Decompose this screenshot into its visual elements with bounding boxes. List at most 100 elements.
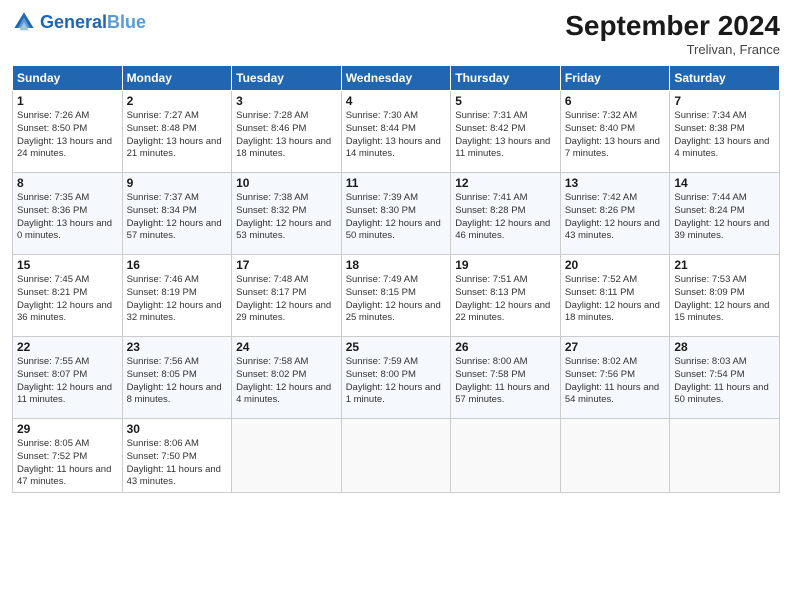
table-row: 5 Sunrise: 7:31 AMSunset: 8:42 PMDaylight…	[451, 91, 561, 173]
table-row: 21 Sunrise: 7:53 AMSunset: 8:09 PMDayligh…	[670, 255, 780, 337]
day-info: Sunrise: 7:42 AMSunset: 8:26 PMDaylight:…	[565, 192, 666, 243]
title-area: September 2024 Trelivan, France	[565, 10, 780, 57]
day-number: 20	[565, 258, 666, 272]
day-number: 1	[17, 94, 118, 108]
table-row: 24 Sunrise: 7:58 AMSunset: 8:02 PMDayligh…	[232, 337, 342, 419]
day-info: Sunrise: 7:28 AMSunset: 8:46 PMDaylight:…	[236, 110, 337, 161]
day-info: Sunrise: 7:32 AMSunset: 8:40 PMDaylight:…	[565, 110, 666, 161]
table-row	[670, 419, 780, 493]
col-friday: Friday	[560, 66, 670, 91]
day-number: 18	[346, 258, 447, 272]
day-number: 19	[455, 258, 556, 272]
day-info: Sunrise: 7:58 AMSunset: 8:02 PMDaylight:…	[236, 356, 337, 407]
day-number: 28	[674, 340, 775, 354]
table-row: 22 Sunrise: 7:55 AMSunset: 8:07 PMDayligh…	[13, 337, 123, 419]
table-row: 17 Sunrise: 7:48 AMSunset: 8:17 PMDayligh…	[232, 255, 342, 337]
day-info: Sunrise: 8:00 AMSunset: 7:58 PMDaylight:…	[455, 356, 556, 407]
day-info: Sunrise: 7:53 AMSunset: 8:09 PMDaylight:…	[674, 274, 775, 325]
table-row: 8 Sunrise: 7:35 AMSunset: 8:36 PMDaylight…	[13, 173, 123, 255]
table-row: 11Sunrise: 7:39 AMSunset: 8:30 PMDayligh…	[341, 173, 451, 255]
day-info: Sunrise: 7:45 AMSunset: 8:21 PMDaylight:…	[17, 274, 118, 325]
day-info: Sunrise: 7:55 AMSunset: 8:07 PMDaylight:…	[17, 356, 118, 407]
day-info: Sunrise: 7:35 AMSunset: 8:36 PMDaylight:…	[17, 192, 118, 243]
day-number: 3	[236, 94, 337, 108]
table-row: 2Sunrise: 7:27 AMSunset: 8:48 PMDaylight…	[122, 91, 232, 173]
month-title: September 2024	[565, 10, 780, 42]
table-row: 3 Sunrise: 7:28 AMSunset: 8:46 PMDaylight…	[232, 91, 342, 173]
day-info: Sunrise: 7:59 AMSunset: 8:00 PMDaylight:…	[346, 356, 447, 407]
table-row: 12 Sunrise: 7:41 AMSunset: 8:28 PMDayligh…	[451, 173, 561, 255]
table-row: 10 Sunrise: 7:38 AMSunset: 8:32 PMDayligh…	[232, 173, 342, 255]
day-info: Sunrise: 7:51 AMSunset: 8:13 PMDaylight:…	[455, 274, 556, 325]
day-number: 5	[455, 94, 556, 108]
day-number: 14	[674, 176, 775, 190]
day-number: 12	[455, 176, 556, 190]
col-tuesday: Tuesday	[232, 66, 342, 91]
day-number: 24	[236, 340, 337, 354]
day-info: Sunrise: 7:34 AMSunset: 8:38 PMDaylight:…	[674, 110, 775, 161]
table-row: 28 Sunrise: 8:03 AMSunset: 7:54 PMDayligh…	[670, 337, 780, 419]
table-row	[560, 419, 670, 493]
day-info: Sunrise: 7:44 AMSunset: 8:24 PMDaylight:…	[674, 192, 775, 243]
day-number: 15	[17, 258, 118, 272]
day-info: Sunrise: 7:56 AMSunset: 8:05 PMDaylight:…	[127, 356, 228, 407]
day-number: 7	[674, 94, 775, 108]
day-info: Sunrise: 7:48 AMSunset: 8:17 PMDaylight:…	[236, 274, 337, 325]
calendar-table: Sunday Monday Tuesday Wednesday Thursday…	[12, 65, 780, 493]
day-info: Sunrise: 8:05 AMSunset: 7:52 PMDaylight:…	[17, 438, 118, 489]
day-number: 17	[236, 258, 337, 272]
table-row: 20 Sunrise: 7:52 AMSunset: 8:11 PMDayligh…	[560, 255, 670, 337]
table-row: 23Sunrise: 7:56 AMSunset: 8:05 PMDayligh…	[122, 337, 232, 419]
day-info: Sunrise: 7:26 AMSunset: 8:50 PMDaylight:…	[17, 110, 118, 161]
day-info: Sunrise: 7:46 AMSunset: 8:19 PMDaylight:…	[127, 274, 228, 325]
col-sunday: Sunday	[13, 66, 123, 91]
day-number: 4	[346, 94, 447, 108]
day-info: Sunrise: 8:06 AMSunset: 7:50 PMDaylight:…	[127, 438, 228, 489]
day-info: Sunrise: 7:31 AMSunset: 8:42 PMDaylight:…	[455, 110, 556, 161]
day-number: 13	[565, 176, 666, 190]
logo-general: General	[40, 12, 107, 32]
day-info: Sunrise: 8:02 AMSunset: 7:56 PMDaylight:…	[565, 356, 666, 407]
day-number: 16	[127, 258, 228, 272]
day-info: Sunrise: 7:49 AMSunset: 8:15 PMDaylight:…	[346, 274, 447, 325]
location: Trelivan, France	[565, 42, 780, 57]
day-number: 30	[127, 422, 228, 436]
table-row: 13 Sunrise: 7:42 AMSunset: 8:26 PMDayligh…	[560, 173, 670, 255]
table-row	[341, 419, 451, 493]
day-number: 29	[17, 422, 118, 436]
day-number: 8	[17, 176, 118, 190]
table-row: 14 Sunrise: 7:44 AMSunset: 8:24 PMDayligh…	[670, 173, 780, 255]
day-number: 10	[236, 176, 337, 190]
day-number: 27	[565, 340, 666, 354]
table-row: 29 Sunrise: 8:05 AMSunset: 7:52 PMDayligh…	[13, 419, 123, 493]
day-info: Sunrise: 7:37 AMSunset: 8:34 PMDaylight:…	[127, 192, 228, 243]
day-number: 26	[455, 340, 556, 354]
table-row: 7 Sunrise: 7:34 AMSunset: 8:38 PMDaylight…	[670, 91, 780, 173]
table-row: 18 Sunrise: 7:49 AMSunset: 8:15 PMDayligh…	[341, 255, 451, 337]
page-header: GeneralBlue September 2024 Trelivan, Fra…	[12, 10, 780, 57]
table-row: 19 Sunrise: 7:51 AMSunset: 8:13 PMDayligh…	[451, 255, 561, 337]
logo: GeneralBlue	[12, 10, 146, 34]
logo-blue: Blue	[107, 12, 146, 32]
day-info: Sunrise: 7:39 AMSunset: 8:30 PMDaylight:…	[346, 192, 447, 243]
table-row: 16 Sunrise: 7:46 AMSunset: 8:19 PMDayligh…	[122, 255, 232, 337]
table-row: 6Sunrise: 7:32 AMSunset: 8:40 PMDaylight…	[560, 91, 670, 173]
day-number: 2	[127, 94, 228, 108]
day-info: Sunrise: 7:41 AMSunset: 8:28 PMDaylight:…	[455, 192, 556, 243]
table-row: 25 Sunrise: 7:59 AMSunset: 8:00 PMDayligh…	[341, 337, 451, 419]
day-number: 22	[17, 340, 118, 354]
table-row: 30 Sunrise: 8:06 AMSunset: 7:50 PMDayligh…	[122, 419, 232, 493]
col-thursday: Thursday	[451, 66, 561, 91]
day-info: Sunrise: 8:03 AMSunset: 7:54 PMDaylight:…	[674, 356, 775, 407]
table-row: 1 Sunrise: 7:26 AMSunset: 8:50 PMDaylight…	[13, 91, 123, 173]
table-row	[451, 419, 561, 493]
calendar-header-row: Sunday Monday Tuesday Wednesday Thursday…	[13, 66, 780, 91]
table-row: 4Sunrise: 7:30 AMSunset: 8:44 PMDaylight…	[341, 91, 451, 173]
day-number: 21	[674, 258, 775, 272]
col-saturday: Saturday	[670, 66, 780, 91]
table-row: 26 Sunrise: 8:00 AMSunset: 7:58 PMDayligh…	[451, 337, 561, 419]
day-info: Sunrise: 7:38 AMSunset: 8:32 PMDaylight:…	[236, 192, 337, 243]
table-row: 27 Sunrise: 8:02 AMSunset: 7:56 PMDayligh…	[560, 337, 670, 419]
day-info: Sunrise: 7:52 AMSunset: 8:11 PMDaylight:…	[565, 274, 666, 325]
day-number: 25	[346, 340, 447, 354]
